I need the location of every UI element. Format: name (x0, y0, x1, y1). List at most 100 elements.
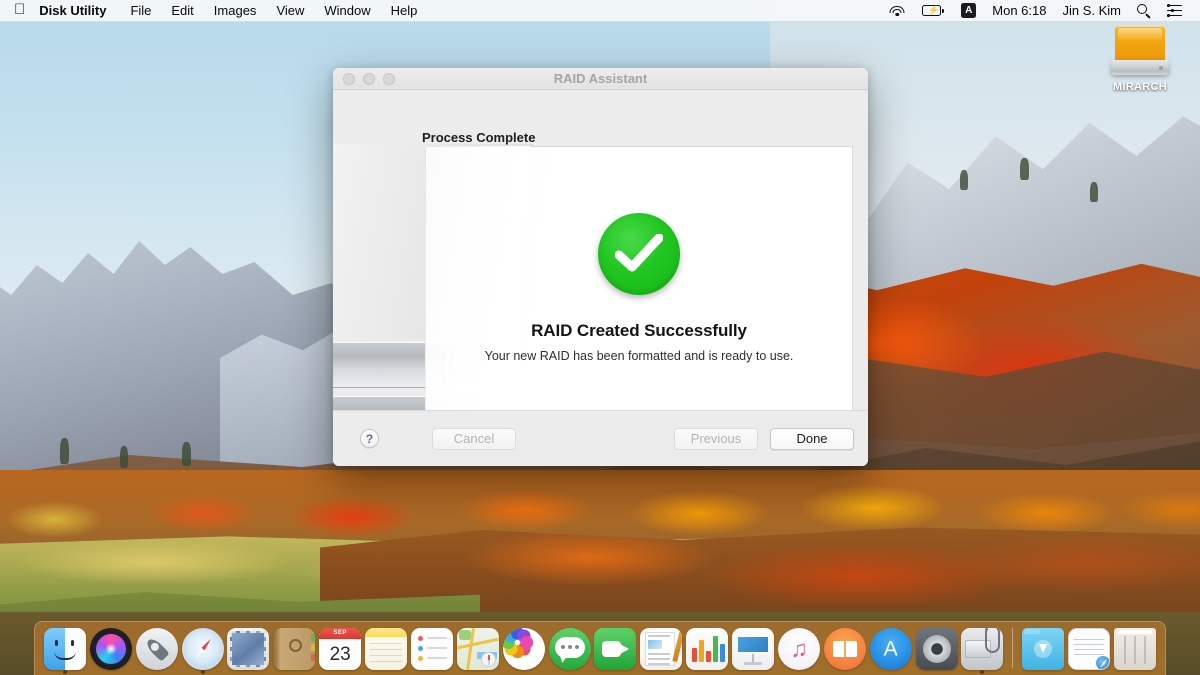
input-source-icon[interactable]: A (953, 0, 984, 22)
wallpaper-tree (1020, 158, 1029, 180)
dock-item-reminders[interactable] (410, 624, 454, 670)
menu-item-window[interactable]: Window (314, 0, 380, 22)
dock-item-numbers[interactable] (685, 624, 729, 670)
dock-item-ibooks[interactable] (823, 624, 867, 670)
pages-icon (640, 628, 683, 670)
calendar-day: 23 (329, 643, 351, 665)
result-panel: RAID Created Successfully Your new RAID … (425, 146, 853, 410)
wallpaper-tree (60, 438, 69, 464)
dock-item-pages[interactable] (639, 624, 683, 670)
siri-icon (89, 628, 132, 670)
dock-item-photos[interactable] (502, 624, 546, 670)
dock-item-keynote[interactable] (731, 624, 775, 670)
dock-item-launchpad[interactable] (135, 624, 179, 670)
ibooks-icon (823, 628, 866, 670)
keynote-icon (732, 628, 775, 670)
footer-right-buttons: Previous Done (674, 427, 854, 450)
dock-item-disk-utility[interactable] (961, 624, 1005, 674)
window-title: RAID Assistant (553, 71, 648, 86)
menu-bar-left:  Disk Utility File Edit Images View Win… (0, 0, 427, 22)
green-checkmark-icon (598, 213, 680, 295)
wallpaper-tree (182, 442, 191, 466)
traffic-lights (333, 72, 395, 85)
wallpaper-tree (120, 446, 128, 468)
downloads-folder-icon (1022, 628, 1065, 670)
zoom-button[interactable] (383, 72, 395, 85)
menu-bar:  Disk Utility File Edit Images View Win… (0, 0, 1200, 22)
document-icon (1068, 628, 1111, 670)
calendar-month: SEP (319, 628, 362, 639)
dock-item-facetime[interactable] (594, 624, 638, 670)
raid-assistant-window: RAID Assistant Process Complete RAID Cre… (333, 68, 868, 466)
wifi-icon[interactable] (881, 0, 913, 22)
dock-item-safari[interactable] (181, 624, 225, 674)
dock: SEP 23 ♫ A (34, 621, 1166, 675)
dock-item-calendar[interactable]: SEP 23 (318, 624, 362, 670)
dock-item-finder[interactable] (43, 624, 87, 674)
disk-utility-icon (961, 628, 1004, 670)
done-button[interactable]: Done (770, 427, 854, 450)
menu-bar-status-area: ⚡ A Mon 6:18 Jin S. Kim (881, 0, 1200, 22)
safari-icon (181, 628, 224, 670)
numbers-icon (686, 628, 729, 670)
menu-item-edit[interactable]: Edit (161, 0, 203, 22)
menu-item-view[interactable]: View (266, 0, 314, 22)
running-indicator (200, 670, 205, 674)
desktop-drive-mirarch[interactable]: MIRARCH (1094, 24, 1186, 106)
dock-item-messages[interactable] (548, 624, 592, 670)
apple-logo-icon[interactable]:  (0, 2, 37, 17)
trash-icon (1114, 628, 1157, 670)
search-icon[interactable] (1129, 0, 1159, 22)
mail-icon (227, 628, 270, 670)
system-preferences-icon (915, 628, 958, 670)
dock-item-siri[interactable] (89, 624, 133, 670)
launchpad-icon (135, 628, 178, 670)
dock-item-downloads[interactable] (1021, 624, 1065, 670)
step-title: Process Complete (422, 130, 536, 145)
menu-bar-clock[interactable]: Mon 6:18 (984, 0, 1054, 22)
dock-item-app-store[interactable]: A (869, 624, 913, 670)
window-body: Process Complete RAID Created Successful… (333, 90, 868, 410)
window-footer: ? Cancel Previous Done (333, 410, 868, 466)
drive-label: MIRARCH (1112, 81, 1168, 93)
finder-icon (43, 628, 86, 670)
itunes-icon: ♫ (777, 628, 820, 670)
previous-button: Previous (674, 427, 758, 450)
wallpaper-tree (960, 170, 968, 190)
dock-item-document[interactable] (1067, 624, 1111, 670)
photos-icon (502, 628, 545, 670)
menu-bar-user[interactable]: Jin S. Kim (1054, 0, 1129, 22)
menu-item-file[interactable]: File (120, 0, 161, 22)
window-title-bar[interactable]: RAID Assistant (333, 68, 868, 90)
dock-item-trash[interactable] (1113, 624, 1157, 670)
dock-item-mail[interactable] (227, 624, 271, 670)
help-button[interactable]: ? (360, 429, 379, 448)
dock-item-notes[interactable] (364, 624, 408, 670)
menu-item-images[interactable]: Images (204, 0, 267, 22)
maps-icon (456, 628, 499, 670)
success-subtitle: Your new RAID has been formatted and is … (484, 349, 794, 363)
dock-separator (1012, 628, 1014, 668)
control-center-icon[interactable] (1159, 0, 1190, 22)
menu-app-name[interactable]: Disk Utility (37, 0, 120, 22)
dock-item-maps[interactable] (456, 624, 500, 670)
notes-icon (365, 628, 408, 670)
dock-item-system-preferences[interactable] (915, 624, 959, 670)
input-source-label: A (961, 3, 977, 18)
reminders-icon (410, 628, 453, 670)
app-store-icon: A (869, 628, 912, 670)
cancel-button: Cancel (432, 427, 516, 450)
calendar-icon: SEP 23 (319, 628, 362, 670)
contacts-icon (273, 628, 316, 670)
battery-charging-icon[interactable]: ⚡ (913, 0, 953, 22)
messages-icon (548, 628, 591, 670)
close-button[interactable] (343, 72, 355, 85)
external-hard-drive-icon (1109, 24, 1171, 78)
running-indicator (980, 670, 985, 674)
dock-item-contacts[interactable] (272, 624, 316, 670)
dock-item-itunes[interactable]: ♫ (777, 624, 821, 670)
menu-item-help[interactable]: Help (381, 0, 428, 22)
minimize-button[interactable] (363, 72, 375, 85)
success-title: RAID Created Successfully (531, 321, 747, 340)
facetime-icon (594, 628, 637, 670)
